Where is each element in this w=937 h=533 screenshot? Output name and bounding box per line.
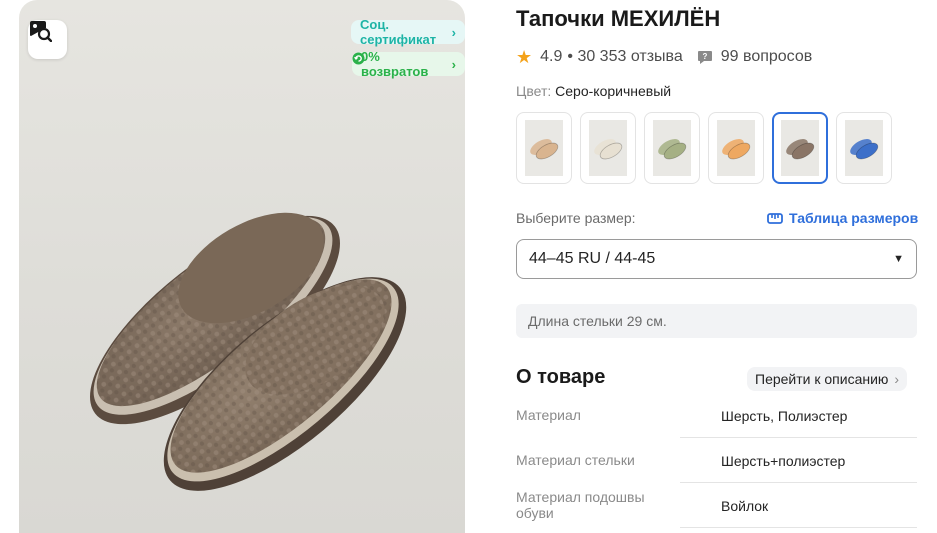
star-icon: ★ [516, 47, 533, 67]
property-value: Шерсть+полиэстер [721, 452, 846, 469]
chat-question-icon: ? [697, 50, 713, 65]
property-row: Материал подошвы обуви Войлок [516, 483, 917, 528]
questions-count[interactable]: 99 вопросов [721, 48, 813, 66]
property-row: Материал Шерсть, Полиэстер [516, 393, 917, 438]
size-table-label: Таблица размеров [789, 210, 919, 226]
color-swatch-cream[interactable] [580, 112, 636, 184]
property-key: Материал стельки [516, 451, 635, 468]
color-swatch-grey-brown[interactable] [772, 112, 828, 184]
product-title: Тапочки МЕХИЛЁН [516, 6, 721, 31]
chevron-right-icon: › [451, 24, 456, 40]
swatch-thumbnail [781, 120, 819, 176]
property-key: Материал [516, 406, 581, 423]
rating-row[interactable]: ★ 4.9 • 30 353 отзыва ? 99 вопросов [516, 48, 812, 66]
svg-text:?: ? [702, 52, 707, 61]
size-label: Выберите размер: [516, 210, 636, 226]
swatch-thumbnail [589, 120, 627, 176]
color-swatch-olive[interactable] [644, 112, 700, 184]
divider [680, 527, 917, 528]
insole-length-text: Длина стельки 29 см. [528, 313, 667, 329]
color-row: Цвет: Серо-коричневый [516, 83, 671, 99]
property-value: Войлок [721, 497, 769, 514]
search-by-photo-button[interactable] [28, 20, 67, 59]
ruler-icon [767, 212, 783, 224]
property-key: Материал подошвы обуви [516, 488, 645, 521]
color-swatch-orange[interactable] [708, 112, 764, 184]
swatch-thumbnail [717, 120, 755, 176]
properties-list: Материал Шерсть, Полиэстер Материал стел… [516, 393, 917, 528]
insole-length-note: Длина стельки 29 см. [516, 304, 917, 338]
size-select[interactable]: 44–45 RU / 44-45 ▼ [516, 239, 917, 279]
goto-description-button[interactable]: Перейти к описанию › [747, 367, 908, 391]
size-table-link[interactable]: Таблица размеров [767, 210, 918, 226]
returns-label: 0% возвратов [361, 49, 429, 79]
social-certificate-badge[interactable]: Соц. сертификат › [351, 17, 465, 47]
about-section-title: О товаре [516, 366, 606, 388]
swatch-thumbnail [653, 120, 691, 176]
color-swatches [516, 112, 892, 184]
certificate-label: Соц. сертификат [360, 17, 437, 47]
size-selected-value: 44–45 RU / 44-45 [529, 250, 656, 267]
chevron-right-icon: › [894, 371, 900, 387]
goto-description-label: Перейти к описанию [755, 371, 889, 387]
color-label: Цвет: [516, 83, 552, 99]
product-photo[interactable]: Соц. сертификат › 0% возвратов › [19, 0, 465, 533]
color-value: Серо-коричневый [555, 83, 672, 99]
color-swatch-blue[interactable] [836, 112, 892, 184]
caret-down-icon: ▼ [893, 253, 904, 265]
swatch-thumbnail [845, 120, 883, 176]
property-row: Материал стельки Шерсть+полиэстер [516, 438, 917, 483]
returns-badge[interactable]: 0% возвратов › [352, 49, 465, 79]
reviews-count[interactable]: • 30 353 отзыва [567, 48, 682, 66]
image-search-icon [30, 21, 52, 42]
color-swatch-beige[interactable] [516, 112, 572, 184]
rating-value: 4.9 [540, 48, 563, 65]
slippers-image [90, 212, 407, 491]
return-icon [352, 52, 365, 65]
chevron-right-icon: › [451, 56, 456, 72]
property-value: Шерсть, Полиэстер [721, 407, 848, 424]
swatch-thumbnail [525, 120, 563, 176]
